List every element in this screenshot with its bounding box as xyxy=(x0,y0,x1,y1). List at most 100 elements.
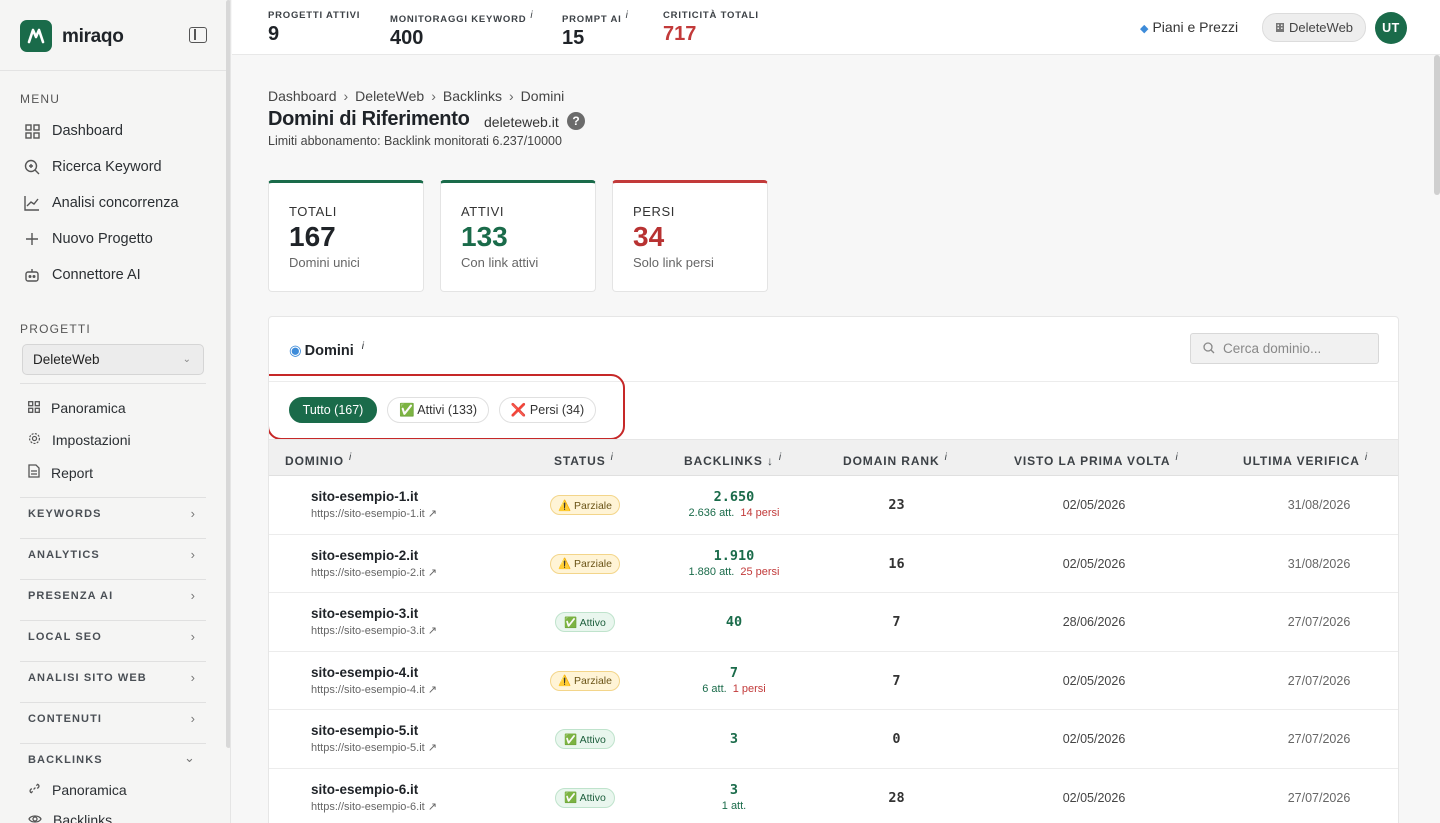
sidebar-item-backlinks-panoramica[interactable]: Panoramica xyxy=(28,782,127,798)
divider xyxy=(20,579,206,580)
sidebar-toggle-icon[interactable] xyxy=(189,27,207,43)
sidebar-group-analisi-sito-web[interactable]: ANALISI SITO WEB › xyxy=(28,670,200,685)
domain-name[interactable]: sito-esempio-5.it xyxy=(311,723,437,738)
column-label: DOMAIN RANK xyxy=(843,454,940,468)
sidebar-item-ricerca-keyword[interactable]: Ricerca Keyword xyxy=(24,159,162,175)
breadcrumb-item[interactable]: Dashboard xyxy=(268,88,337,104)
table-row[interactable]: sito-esempio-1.it https://sito-esempio-1… xyxy=(269,476,1398,535)
domain-name[interactable]: sito-esempio-6.it xyxy=(311,782,437,797)
sidebar-group-presenza-ai[interactable]: PRESENZA AI › xyxy=(28,588,200,603)
help-icon[interactable]: ? xyxy=(567,112,585,130)
sidebar-item-backlinks-list[interactable]: Backlinks xyxy=(28,812,112,823)
sidebar-scrollbar[interactable] xyxy=(226,0,230,748)
column-header-last-check[interactable]: ULTIMA VERIFICA i xyxy=(1243,452,1368,468)
sidebar-item-nuovo-progetto[interactable]: Nuovo Progetto xyxy=(24,231,153,247)
table-row[interactable]: sito-esempio-3.it https://sito-esempio-3… xyxy=(269,593,1398,652)
first-seen-date: 02/05/2026 xyxy=(1062,732,1126,746)
info-icon[interactable]: i xyxy=(626,10,629,21)
breadcrumb-item[interactable]: Backlinks xyxy=(443,88,502,104)
filter-persi[interactable]: ❌ Persi (34) xyxy=(499,397,596,423)
domain-url-link[interactable]: https://sito-esempio-5.it ↗ xyxy=(311,741,437,754)
sidebar-item-dashboard[interactable]: Dashboard xyxy=(24,123,123,139)
eye-icon xyxy=(28,812,42,823)
group-label: PRESENZA AI xyxy=(28,590,114,602)
sidebar-item-report[interactable]: Report xyxy=(28,464,93,481)
sidebar-group-analytics[interactable]: ANALYTICS › xyxy=(28,547,200,562)
kpi-value: 34 xyxy=(633,221,665,252)
table-row[interactable]: sito-esempio-6.it https://sito-esempio-6… xyxy=(269,769,1398,823)
column-header-dominio[interactable]: DOMINIO i xyxy=(285,452,352,468)
breadcrumb-separator: › xyxy=(343,88,349,104)
breadcrumb-item: Domini xyxy=(520,88,565,104)
table-row[interactable]: sito-esempio-4.it https://sito-esempio-4… xyxy=(269,652,1398,710)
backlinks-active: 1 att. xyxy=(721,799,747,812)
grid-icon xyxy=(24,123,40,139)
stat-criticita-totali: CRITICITÀ TOTALI 717 xyxy=(663,10,759,46)
backlinks-cell: 3 1 att. xyxy=(649,782,819,812)
info-icon[interactable]: i xyxy=(349,452,352,463)
sidebar-item-label: Impostazioni xyxy=(52,432,131,448)
sidebar-item-panoramica[interactable]: Panoramica xyxy=(28,400,126,416)
sidebar-group-local-seo[interactable]: LOCAL SEO › xyxy=(28,629,200,644)
sidebar-item-analisi-concorrenza[interactable]: Analisi concorrenza xyxy=(24,195,179,211)
filter-attivi[interactable]: ✅ Attivi (133) xyxy=(387,397,489,423)
panel-title: ◉ Domini i xyxy=(289,341,364,359)
sidebar-item-impostazioni[interactable]: Impostazioni xyxy=(28,432,131,448)
kpi-card-totali: TOTALI 167 Domini unici xyxy=(268,180,424,292)
robot-icon xyxy=(24,267,40,283)
domain-name[interactable]: sito-esempio-1.it xyxy=(311,489,437,504)
plans-link[interactable]: ◆ Piani e Prezzi xyxy=(1140,19,1238,35)
diamond-icon: ◆ xyxy=(1140,23,1149,35)
panel-title-text: Domini xyxy=(304,342,354,359)
logo-icon[interactable] xyxy=(20,20,52,52)
project-select[interactable]: DeleteWeb ⌄ xyxy=(22,344,204,375)
avatar[interactable]: UT xyxy=(1375,12,1407,44)
project-switcher-button[interactable]: DeleteWeb xyxy=(1262,13,1366,42)
column-header-status[interactable]: STATUS i xyxy=(554,452,614,468)
chevron-right-icon: › xyxy=(190,588,196,603)
domain-url-link[interactable]: https://sito-esempio-2.it ↗ xyxy=(311,566,437,579)
backlinks-cell: 7 6 att. 1 persi xyxy=(649,665,819,695)
info-icon[interactable]: i xyxy=(611,452,614,463)
breadcrumb-item[interactable]: DeleteWeb xyxy=(355,88,424,104)
domain-name[interactable]: sito-esempio-2.it xyxy=(311,548,437,563)
stat-prompt-ai: PROMPT AI i 15 xyxy=(562,10,629,50)
chart-line-icon xyxy=(24,195,40,211)
table-row[interactable]: sito-esempio-5.it https://sito-esempio-5… xyxy=(269,710,1398,769)
search-input[interactable] xyxy=(1223,341,1373,356)
divider xyxy=(20,538,206,539)
sidebar-group-contenuti[interactable]: CONTENUTI › xyxy=(28,711,200,726)
info-icon[interactable]: i xyxy=(530,10,533,21)
sidebar: miraqo MENU Dashboard Ricerca Keyword An… xyxy=(0,0,231,823)
domain-rank: 0 xyxy=(892,731,901,747)
info-icon[interactable]: i xyxy=(1365,452,1368,463)
domain-url-link[interactable]: https://sito-esempio-6.it ↗ xyxy=(311,800,437,813)
column-header-first-seen[interactable]: VISTO LA PRIMA VOLTA i xyxy=(1014,452,1179,468)
column-header-domain-rank[interactable]: DOMAIN RANK i xyxy=(843,452,948,468)
filter-tutto[interactable]: Tutto (167) xyxy=(289,397,377,423)
backlinks-lost: 25 persi xyxy=(740,565,780,578)
domain-url-link[interactable]: https://sito-esempio-3.it ↗ xyxy=(311,624,437,637)
domain-name[interactable]: sito-esempio-4.it xyxy=(311,665,437,680)
domain-url-link[interactable]: https://sito-esempio-1.it ↗ xyxy=(311,507,437,520)
column-label: ULTIMA VERIFICA xyxy=(1243,454,1360,468)
backlinks-cell: 1.910 1.880 att. 25 persi xyxy=(649,548,819,578)
info-icon[interactable]: i xyxy=(1175,452,1178,463)
sidebar-group-backlinks[interactable]: BACKLINKS ⌄ xyxy=(28,750,200,766)
info-icon[interactable]: i xyxy=(945,452,948,463)
sidebar-group-keywords[interactable]: KEYWORDS › xyxy=(28,506,200,521)
column-header-backlinks[interactable]: BACKLINKS ↓ i xyxy=(684,452,782,468)
domain-rank: 28 xyxy=(888,789,905,806)
menu-section-title: MENU xyxy=(20,92,61,106)
info-icon[interactable]: i xyxy=(362,341,364,352)
sidebar-item-connettore-ai[interactable]: Connettore AI xyxy=(24,267,141,283)
domain-url-link[interactable]: https://sito-esempio-4.it ↗ xyxy=(311,683,437,696)
domain-name[interactable]: sito-esempio-3.it xyxy=(311,606,437,621)
divider xyxy=(20,743,206,744)
stat-value: 717 xyxy=(663,23,697,45)
main-scrollbar[interactable] xyxy=(1434,55,1440,195)
projects-section-title: PROGETTI xyxy=(20,322,91,336)
table-row[interactable]: sito-esempio-2.it https://sito-esempio-2… xyxy=(269,535,1398,593)
first-seen-date: 02/05/2026 xyxy=(1062,498,1126,512)
info-icon[interactable]: i xyxy=(779,452,782,463)
